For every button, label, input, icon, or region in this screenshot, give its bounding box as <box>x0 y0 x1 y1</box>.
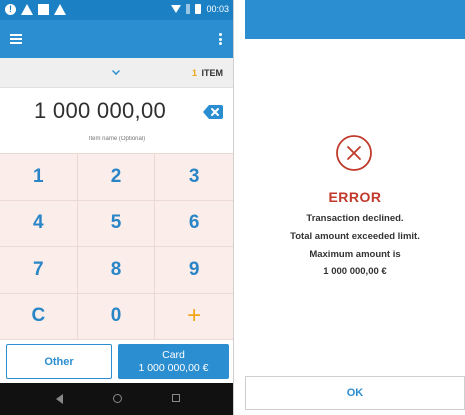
key-2[interactable]: 2 <box>77 154 156 201</box>
key-clear[interactable]: C <box>0 293 78 340</box>
square-notification-icon <box>38 4 49 15</box>
key-9[interactable]: 9 <box>155 247 233 294</box>
item-name-input[interactable] <box>58 136 176 142</box>
card-button-amount: 1 000 000,00 € <box>138 361 209 374</box>
status-bar: ! 00:03 <box>0 0 233 20</box>
keypad: 1 2 3 4 5 6 7 8 9 C 0 + <box>0 153 233 340</box>
battery-icon <box>195 4 202 14</box>
key-0[interactable]: 0 <box>77 293 156 340</box>
status-time: 00:03 <box>206 4 229 14</box>
item-count-label: ITEM <box>201 68 224 78</box>
key-5[interactable]: 5 <box>77 200 156 247</box>
backspace-icon[interactable] <box>203 105 223 119</box>
system-icons: 00:03 <box>171 4 229 14</box>
error-circle-x-icon <box>336 135 372 171</box>
items-bar[interactable]: 1 ITEM <box>0 58 233 88</box>
card-button[interactable]: Card 1 000 000,00 € <box>118 344 229 379</box>
back-icon[interactable] <box>56 394 63 404</box>
chevron-down-icon[interactable] <box>112 67 120 75</box>
error-screen: ERROR Transaction declined. Total amount… <box>245 0 465 415</box>
error-message-line: Maximum amount is <box>309 249 401 260</box>
wifi-icon <box>171 5 182 13</box>
app-bar <box>0 20 233 58</box>
item-count[interactable]: 1 ITEM <box>192 68 223 78</box>
error-max-amount: 1 000 000,00 € <box>323 266 387 277</box>
key-1[interactable]: 1 <box>0 154 78 201</box>
error-message-line: Total amount exceeded limit. <box>290 231 420 242</box>
kebab-menu-icon[interactable] <box>219 33 223 45</box>
key-3[interactable]: 3 <box>155 154 233 201</box>
warning-icon <box>54 4 66 15</box>
android-nav-bar <box>0 383 233 415</box>
screen-divider <box>233 0 245 415</box>
key-6[interactable]: 6 <box>155 201 233 247</box>
key-plus[interactable]: + <box>155 294 233 340</box>
ok-button[interactable]: OK <box>245 376 465 410</box>
recents-icon[interactable] <box>172 394 180 402</box>
error-message-line: Transaction declined. <box>306 213 404 224</box>
payment-actions: Other Card 1 000 000,00 € <box>0 340 233 382</box>
key-8[interactable]: 8 <box>77 247 156 294</box>
other-button[interactable]: Other <box>6 344 112 379</box>
warning-icon <box>21 4 33 15</box>
card-button-label: Card <box>162 348 185 361</box>
hamburger-menu-icon[interactable] <box>10 34 22 44</box>
notification-icons: ! <box>5 4 66 15</box>
item-count-number: 1 <box>191 68 197 78</box>
payment-screen: ! 00:03 1 ITEM 1 000 000,00 1 <box>0 0 233 415</box>
info-icon: ! <box>5 4 16 15</box>
home-icon[interactable] <box>113 394 122 403</box>
key-7[interactable]: 7 <box>0 247 78 294</box>
signal-icon <box>186 4 191 14</box>
error-title: ERROR <box>328 189 382 205</box>
key-4[interactable]: 4 <box>0 200 78 247</box>
amount-display: 1 000 000,00 <box>33 98 167 123</box>
error-app-bar <box>245 0 465 39</box>
